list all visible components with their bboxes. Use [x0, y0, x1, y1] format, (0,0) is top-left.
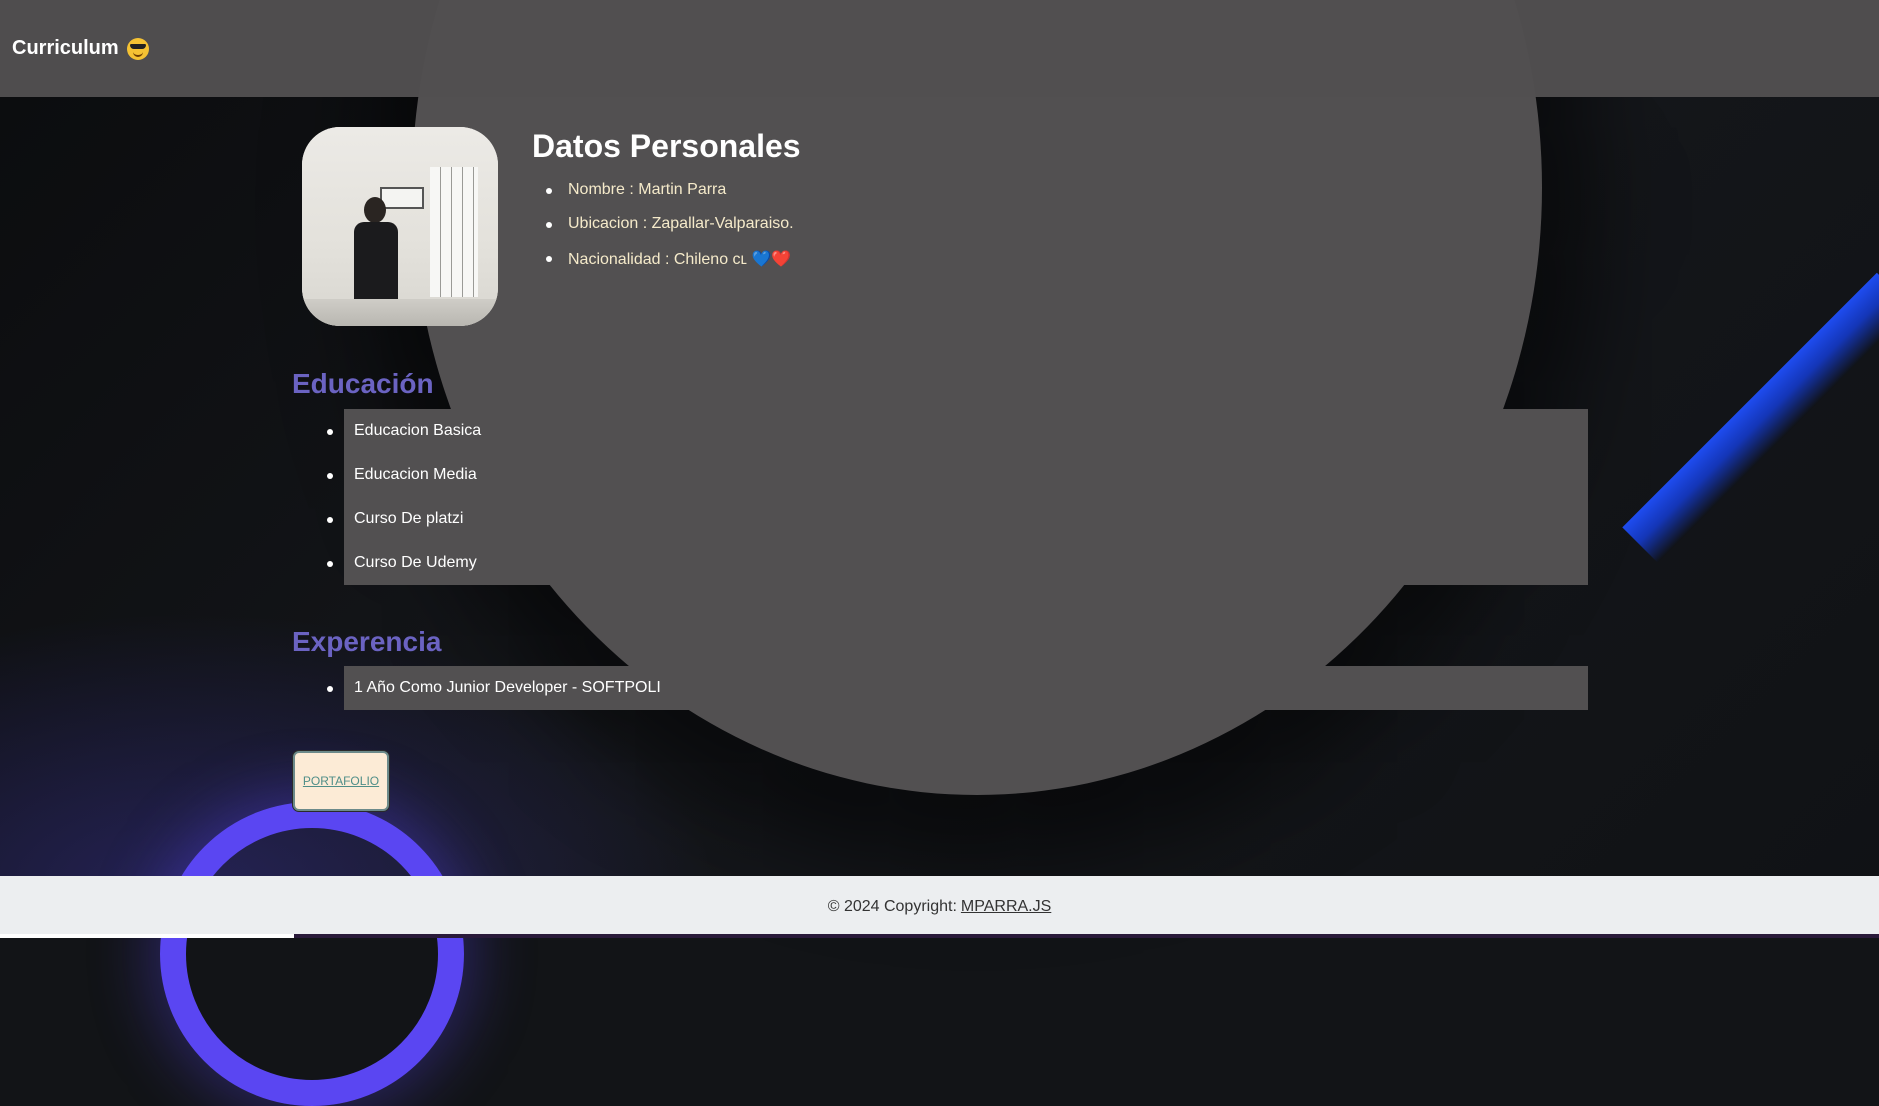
experience-title: Experencia [292, 626, 442, 657]
bottom-strip-highlight [0, 934, 294, 938]
list-item: 1 Año Como Junior Developer - SOFTPOLI [327, 679, 661, 696]
list-item-name: Nombre : Martin Parra [545, 181, 727, 198]
personal-data-title: Datos Personales [532, 128, 801, 164]
footer-copyright: © 2024 Copyright: [827, 898, 957, 915]
navbar-brand[interactable]: Curriculum [12, 37, 149, 60]
main-content: Datos Personales Nombre : Martin Parra U… [0, 0, 1879, 938]
list-item: Educacion Media [327, 466, 477, 483]
brand-title: Curriculum [12, 37, 119, 59]
personal-data-section: Datos Personales [532, 128, 801, 165]
list-item-location: Ubicacion : Zapallar-Valparaiso. [546, 215, 794, 232]
list-item: Educacion Basica [326, 422, 482, 439]
footer: © 2024 Copyright: MPARRA.JS [0, 876, 1879, 938]
list-item-nationality: Nacionalidad : Chileno ᴄʟ 💙❤️ [545, 251, 792, 268]
profile-photo [302, 127, 498, 326]
footer-link[interactable]: MPARRA.JS [961, 898, 1051, 916]
list-item: Curso De Udemy [327, 554, 477, 571]
navbar: Curriculum [0, 0, 1879, 97]
list-item: Curso De platzi [326, 510, 464, 527]
portfolio-button[interactable]: PORTAFOLIO [293, 751, 389, 811]
education-title: Educación [292, 368, 434, 399]
smiling-face-with-sunglasses-icon [126, 37, 149, 60]
education-panel [344, 409, 1588, 585]
